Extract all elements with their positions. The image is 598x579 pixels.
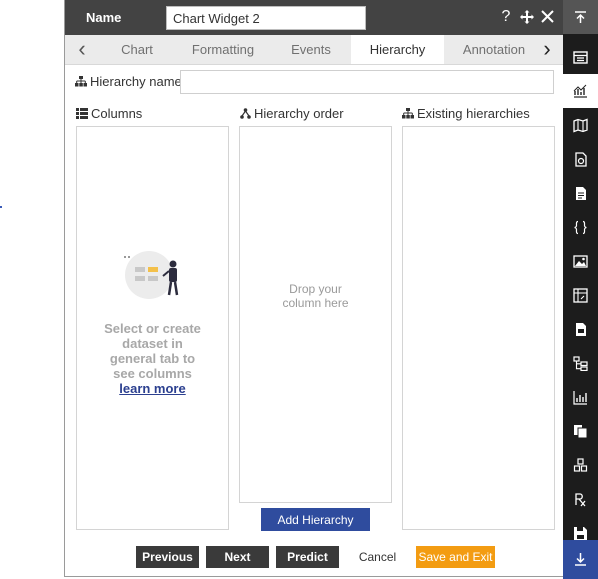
side-toolbar [563,0,598,579]
move-icon[interactable] [517,6,537,28]
report-icon[interactable] [563,142,598,176]
table-icon[interactable] [563,40,598,74]
pivot-icon[interactable] [563,278,598,312]
tab-hierarchy[interactable]: Hierarchy [351,35,444,64]
existing-hierarchies-heading: Existing hierarchies [402,106,530,121]
tab-events[interactable]: Events [273,35,349,64]
name-label: Name [86,10,122,25]
columns-empty-message: Select or create dataset in general tab … [77,321,228,396]
tab-annotation[interactable]: Annotation [454,35,534,64]
stray-dot [0,206,2,208]
columns-box: Select or create dataset in general tab … [76,126,229,530]
tab-next-arrow-icon[interactable]: › [530,35,564,64]
collapse-bottom-icon[interactable] [563,540,598,579]
close-icon[interactable] [537,6,557,28]
save-and-exit-button[interactable]: Save and Exit [416,546,495,568]
chart-icon[interactable] [563,74,598,108]
existing-hierarchies-box [402,126,555,530]
tab-bar: ‹ Chart Formatting Events Hierarchy Anno… [65,35,564,65]
code-braces-icon[interactable] [563,210,598,244]
cubes-icon[interactable] [563,448,598,482]
add-hierarchy-button[interactable]: Add Hierarchy [261,508,370,531]
text-report-icon[interactable] [563,312,598,346]
tab-prev-arrow-icon[interactable]: ‹ [65,35,99,64]
widget-properties-panel: Name ? ‹ Chart Formatting Events Hierarc… [64,0,564,577]
tree-icon [240,108,251,119]
sitemap-icon [75,76,87,87]
hierarchy-name-row: Hierarchy name [75,70,555,94]
widget-name-input[interactable] [166,6,366,30]
hierarchy-name-label: Hierarchy name [75,74,182,89]
learn-more-link[interactable]: learn more [77,381,228,396]
hierarchy-order-heading: Hierarchy order [240,106,344,121]
list-icon [76,108,88,119]
drop-column-hint: Drop your column here [282,282,349,310]
tab-chart[interactable]: Chart [101,35,173,64]
sitemap-icon [402,108,414,119]
tab-formatting[interactable]: Formatting [173,35,273,64]
cancel-button[interactable]: Cancel [346,546,409,568]
image-icon[interactable] [563,244,598,278]
document-icon[interactable] [563,176,598,210]
bar-chart-icon[interactable] [563,380,598,414]
hierarchy-order-dropzone[interactable]: Drop your column here [239,126,392,503]
help-icon[interactable]: ? [496,6,516,28]
formula-icon[interactable] [563,482,598,516]
next-button[interactable]: Next [206,546,269,568]
map-icon[interactable] [563,108,598,142]
previous-button[interactable]: Previous [136,546,199,568]
empty-state-illustration-icon [124,251,179,299]
panel-header: Name ? [65,0,564,35]
hierarchy-icon[interactable] [563,346,598,380]
predict-button[interactable]: Predict [276,546,339,568]
columns-heading: Columns [76,106,142,121]
copy-icon[interactable] [563,414,598,448]
collapse-top-icon[interactable] [563,0,598,34]
hierarchy-name-input[interactable] [180,70,554,94]
